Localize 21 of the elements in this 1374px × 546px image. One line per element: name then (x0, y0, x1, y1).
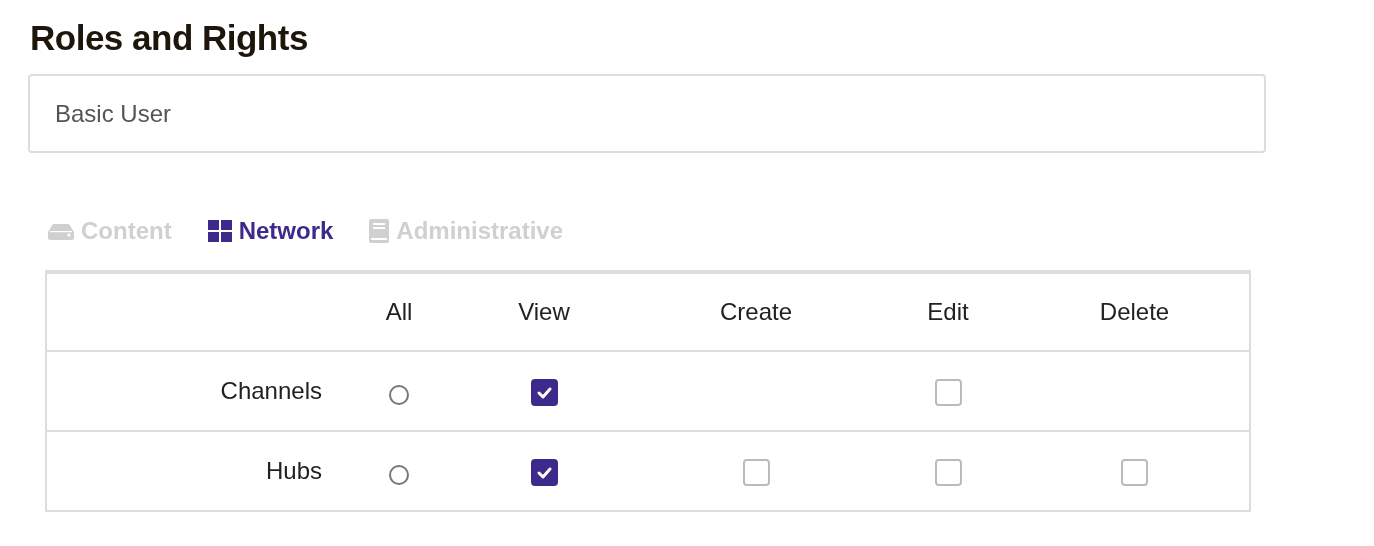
checkbox[interactable] (742, 458, 770, 486)
checkbox[interactable] (934, 458, 962, 486)
drive-icon (48, 222, 74, 240)
checkbox[interactable] (530, 378, 558, 406)
book-icon (369, 219, 390, 243)
grid-icon (207, 220, 232, 242)
checkbox[interactable] (530, 458, 558, 486)
column-header: All (385, 298, 413, 325)
tab[interactable]: Network (207, 217, 334, 245)
radio-button[interactable] (389, 465, 409, 486)
column-header: Edit (927, 298, 969, 325)
input-field[interactable]: Basic User (28, 74, 1266, 153)
column-header: View (518, 298, 570, 325)
column-header: Create (719, 298, 792, 325)
column-header: Delete (1099, 298, 1170, 325)
row-label: Channels (220, 377, 322, 404)
checkbox[interactable] (1121, 458, 1148, 486)
checkbox[interactable] (934, 378, 962, 406)
radio-button[interactable] (389, 385, 409, 406)
page-title: Roles and Rights (30, 18, 308, 58)
row-label: Hubs (265, 457, 322, 484)
